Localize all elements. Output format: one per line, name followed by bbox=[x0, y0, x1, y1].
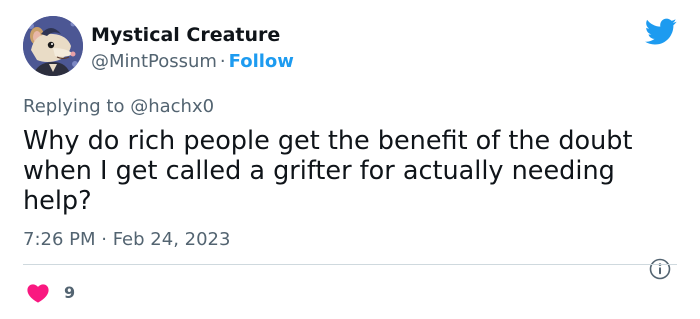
author-display-name[interactable]: Mystical Creature bbox=[91, 24, 280, 46]
tweet-timestamp[interactable]: 7:26 PM · Feb 24, 2023 bbox=[23, 229, 230, 251]
heart-icon bbox=[27, 284, 49, 303]
separator-dot: · bbox=[219, 51, 226, 72]
possum-avatar-icon bbox=[23, 16, 83, 76]
author-avatar[interactable] bbox=[23, 16, 83, 76]
info-button[interactable] bbox=[649, 258, 671, 280]
like-button[interactable]: 9 bbox=[27, 281, 75, 305]
tweet-card: Mystical Creature @MintPossum · Follow Rep… bbox=[0, 0, 700, 319]
info-icon bbox=[649, 258, 671, 280]
follow-button[interactable]: Follow bbox=[229, 51, 294, 72]
twitter-bird-icon[interactable] bbox=[645, 18, 677, 46]
author-handle-row: @MintPossum · Follow bbox=[91, 51, 294, 73]
divider bbox=[23, 264, 677, 265]
reply-mention-link[interactable]: @hachx0 bbox=[130, 96, 214, 117]
author-handle[interactable]: @MintPossum bbox=[91, 51, 217, 72]
tweet-text: Why do rich people get the benefit of th… bbox=[23, 126, 633, 216]
like-count: 9 bbox=[64, 283, 76, 302]
reply-prefix: Replying to bbox=[23, 96, 125, 117]
reply-context: Replying to @hachx0 bbox=[23, 96, 214, 118]
